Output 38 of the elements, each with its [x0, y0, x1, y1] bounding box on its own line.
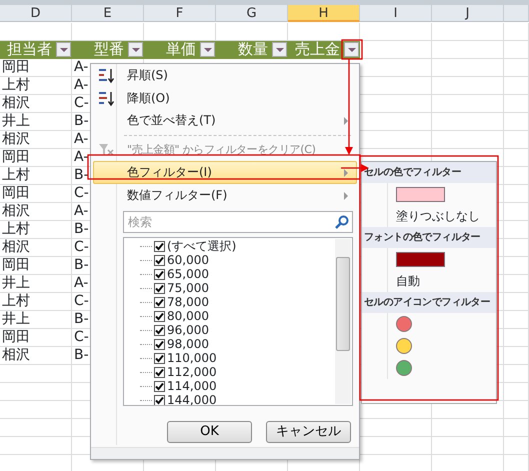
table-cell: 岡田 [0, 149, 72, 167]
table-cell: 相沢 [0, 131, 72, 149]
table-cell: 井上 [0, 275, 72, 293]
column-header[interactable]: F [144, 5, 216, 22]
menu-item[interactable]: 自動 [396, 272, 420, 290]
column-header[interactable]: G [216, 5, 288, 22]
table-cell: 岡田 [0, 329, 72, 347]
column-header[interactable]: H [288, 5, 360, 22]
column-header[interactable]: J [432, 5, 504, 22]
column-header[interactable]: E [72, 5, 144, 22]
table-cell: 井上 [0, 311, 72, 329]
section-header: セルの色でフィルター [362, 162, 496, 183]
table-cell: 上村 [0, 221, 72, 239]
table-cell: 井上 [0, 113, 72, 131]
table-cell: 相沢 [0, 239, 72, 257]
header-label: 売上金 [295, 41, 340, 58]
column-header[interactable]: D [0, 5, 72, 22]
column-header[interactable]: I [360, 5, 432, 22]
table-cell: 上村 [0, 167, 72, 185]
header-label: 型番 [94, 41, 124, 58]
table-cell: 岡田 [0, 257, 72, 275]
menu-item[interactable]: 塗りつぶしなし [396, 207, 480, 225]
section-header: セルのアイコンでフィルター [362, 292, 496, 313]
search-field[interactable]: 検索 [123, 211, 353, 233]
header-label: 数量 [238, 41, 268, 58]
menu-item[interactable]: 色フィルター(I) [93, 161, 357, 184]
ok-button[interactable]: OK [167, 421, 252, 443]
table-cell: 相沢 [0, 347, 72, 365]
table-cell: 相沢 [0, 95, 72, 113]
table-cell: 上村 [0, 77, 72, 95]
table-cell: 岡田 [0, 185, 72, 203]
table-cell: 上村 [0, 293, 72, 311]
table-cell: 岡田 [0, 59, 72, 77]
table-cell: 相沢 [0, 203, 72, 221]
cancel-button[interactable]: キャンセル [266, 421, 351, 443]
section-header: フォントの色でフィルター [362, 227, 496, 248]
header-label: 担当者 [7, 41, 52, 58]
header-label: 単価 [166, 41, 196, 58]
